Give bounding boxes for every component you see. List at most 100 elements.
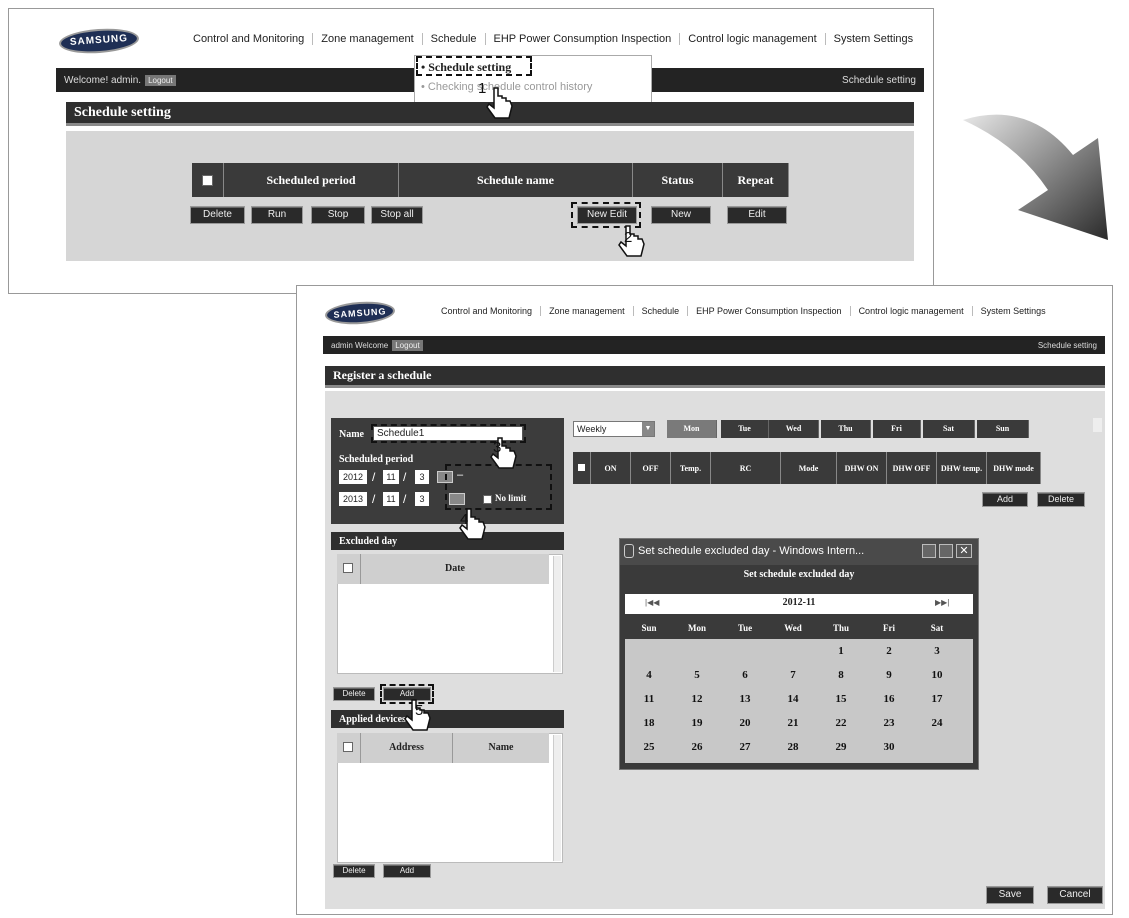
calendar-day[interactable]: 7 xyxy=(770,664,816,686)
maximize-icon[interactable] xyxy=(939,544,953,558)
calendar-day[interactable]: 13 xyxy=(722,688,768,710)
calendar-day[interactable]: 4 xyxy=(626,664,672,686)
calendar-day[interactable]: 2 xyxy=(866,640,912,662)
excluded-delete-button[interactable]: Delete xyxy=(333,687,375,701)
applied-add-button[interactable]: Add xyxy=(383,864,431,878)
excluded-select-all-checkbox[interactable] xyxy=(343,563,353,573)
top-nav: Control and Monitoring Zone management Sch… xyxy=(185,33,921,45)
grid-col-header: RC xyxy=(711,452,781,484)
calendar-day[interactable]: 1 xyxy=(818,640,864,662)
start-month[interactable]: 11 xyxy=(383,470,399,484)
calendar-day[interactable]: 22 xyxy=(818,712,864,734)
calendar-day[interactable]: 11 xyxy=(626,688,672,710)
end-month[interactable]: 11 xyxy=(383,492,399,506)
day-tab-thu[interactable]: Thu xyxy=(821,420,871,438)
end-year[interactable]: 2013 xyxy=(339,492,367,506)
start-year[interactable]: 2012 xyxy=(339,470,367,484)
calendar-day xyxy=(674,640,720,662)
calendar-day[interactable]: 3 xyxy=(914,640,960,662)
day-tab-wed[interactable]: Wed xyxy=(769,420,819,438)
applied-header-check xyxy=(337,733,361,763)
excluded-scrollbar[interactable] xyxy=(553,556,561,672)
nav-item[interactable]: Control and Monitoring xyxy=(185,33,312,45)
calendar-day[interactable]: 18 xyxy=(626,712,672,734)
logout-button[interactable]: Logout xyxy=(145,74,176,86)
nav-item[interactable]: Zone management xyxy=(312,33,421,45)
nav-item[interactable]: EHP Power Consumption Inspection xyxy=(484,33,680,45)
grid-add-button[interactable]: Add xyxy=(982,492,1028,507)
new-button[interactable]: New xyxy=(651,206,711,224)
col-repeat: Repeat xyxy=(723,163,789,197)
nav-item[interactable]: EHP Power Consumption Inspection xyxy=(687,306,849,316)
calendar-day[interactable]: 21 xyxy=(770,712,816,734)
date-separator: / xyxy=(372,470,376,484)
applied-delete-button[interactable]: Delete xyxy=(333,864,375,878)
close-icon[interactable]: ✕ xyxy=(956,544,972,558)
calendar-day[interactable]: 19 xyxy=(674,712,720,734)
grid-scrollbar-top[interactable] xyxy=(1093,418,1102,432)
calendar-day xyxy=(914,736,960,758)
calendar-day[interactable]: 30 xyxy=(866,736,912,758)
calendar-day[interactable]: 20 xyxy=(722,712,768,734)
nav-item[interactable]: System Settings xyxy=(971,306,1054,316)
applied-scrollbar[interactable] xyxy=(553,735,561,861)
calendar-day[interactable]: 14 xyxy=(770,688,816,710)
step-number-2: 2 xyxy=(624,229,633,246)
day-tab-tue[interactable]: Tue xyxy=(721,420,769,438)
select-all-checkbox[interactable] xyxy=(202,174,213,186)
grid-delete-button[interactable]: Delete xyxy=(1037,492,1085,507)
calendar-day[interactable]: 8 xyxy=(818,664,864,686)
calendar-day[interactable]: 6 xyxy=(722,664,768,686)
calendar-day[interactable]: 24 xyxy=(914,712,960,734)
nav-item[interactable]: Control logic management xyxy=(849,306,972,316)
grid-select-all-checkbox[interactable] xyxy=(578,464,585,471)
delete-button[interactable]: Delete xyxy=(190,206,245,224)
grid-col-header: Mode xyxy=(781,452,837,484)
edit-button[interactable]: Edit xyxy=(727,206,787,224)
calendar-day[interactable]: 29 xyxy=(818,736,864,758)
stop-all-button[interactable]: Stop all xyxy=(371,206,423,224)
day-tab-sun[interactable]: Sun xyxy=(977,420,1029,438)
weekday-label: Fri xyxy=(883,623,895,633)
calendar-day[interactable]: 15 xyxy=(818,688,864,710)
day-tab-mon[interactable]: Mon xyxy=(667,420,717,438)
start-day[interactable]: 3 xyxy=(415,470,429,484)
weekly-select[interactable]: Weekly ▼ xyxy=(573,421,655,437)
calendar-day xyxy=(770,640,816,662)
date-separator: / xyxy=(372,492,376,506)
cancel-button[interactable]: Cancel xyxy=(1047,886,1103,904)
step1-highlight xyxy=(416,56,532,76)
period-label: Scheduled period xyxy=(339,454,414,465)
next-month-button[interactable]: ▶▶| xyxy=(935,598,949,607)
day-tab-fri[interactable]: Fri xyxy=(873,420,921,438)
calendar-day[interactable]: 5 xyxy=(674,664,720,686)
calendar-day[interactable]: 16 xyxy=(866,688,912,710)
nav-item[interactable]: Schedule xyxy=(421,33,485,45)
calendar-day[interactable]: 12 xyxy=(674,688,720,710)
nav-item[interactable]: System Settings xyxy=(824,33,921,45)
calendar-day[interactable]: 27 xyxy=(722,736,768,758)
calendar-day[interactable]: 26 xyxy=(674,736,720,758)
applied-select-all-checkbox[interactable] xyxy=(343,742,353,752)
nav-item[interactable]: Schedule xyxy=(632,306,688,316)
day-tab-sat[interactable]: Sat xyxy=(923,420,975,438)
minimize-icon[interactable] xyxy=(922,544,936,558)
nav-item[interactable]: Control and Monitoring xyxy=(433,306,540,316)
save-button[interactable]: Save xyxy=(986,886,1034,904)
col-address: Address xyxy=(361,733,453,763)
run-button[interactable]: Run xyxy=(251,206,303,224)
step-number-1: 1 xyxy=(478,80,487,97)
calendar-day[interactable]: 17 xyxy=(914,688,960,710)
logout-button[interactable]: Logout xyxy=(392,339,423,351)
calendar-day[interactable]: 9 xyxy=(866,664,912,686)
calendar-day[interactable]: 25 xyxy=(626,736,672,758)
stop-button[interactable]: Stop xyxy=(311,206,365,224)
end-day[interactable]: 3 xyxy=(415,492,429,506)
nav-item[interactable]: Control logic management xyxy=(679,33,824,45)
top-nav: Control and Monitoring Zone management Sch… xyxy=(433,306,1054,316)
grid-col-header: DHW temp. xyxy=(937,452,987,484)
calendar-day[interactable]: 23 xyxy=(866,712,912,734)
calendar-day[interactable]: 10 xyxy=(914,664,960,686)
calendar-day[interactable]: 28 xyxy=(770,736,816,758)
nav-item[interactable]: Zone management xyxy=(540,306,633,316)
